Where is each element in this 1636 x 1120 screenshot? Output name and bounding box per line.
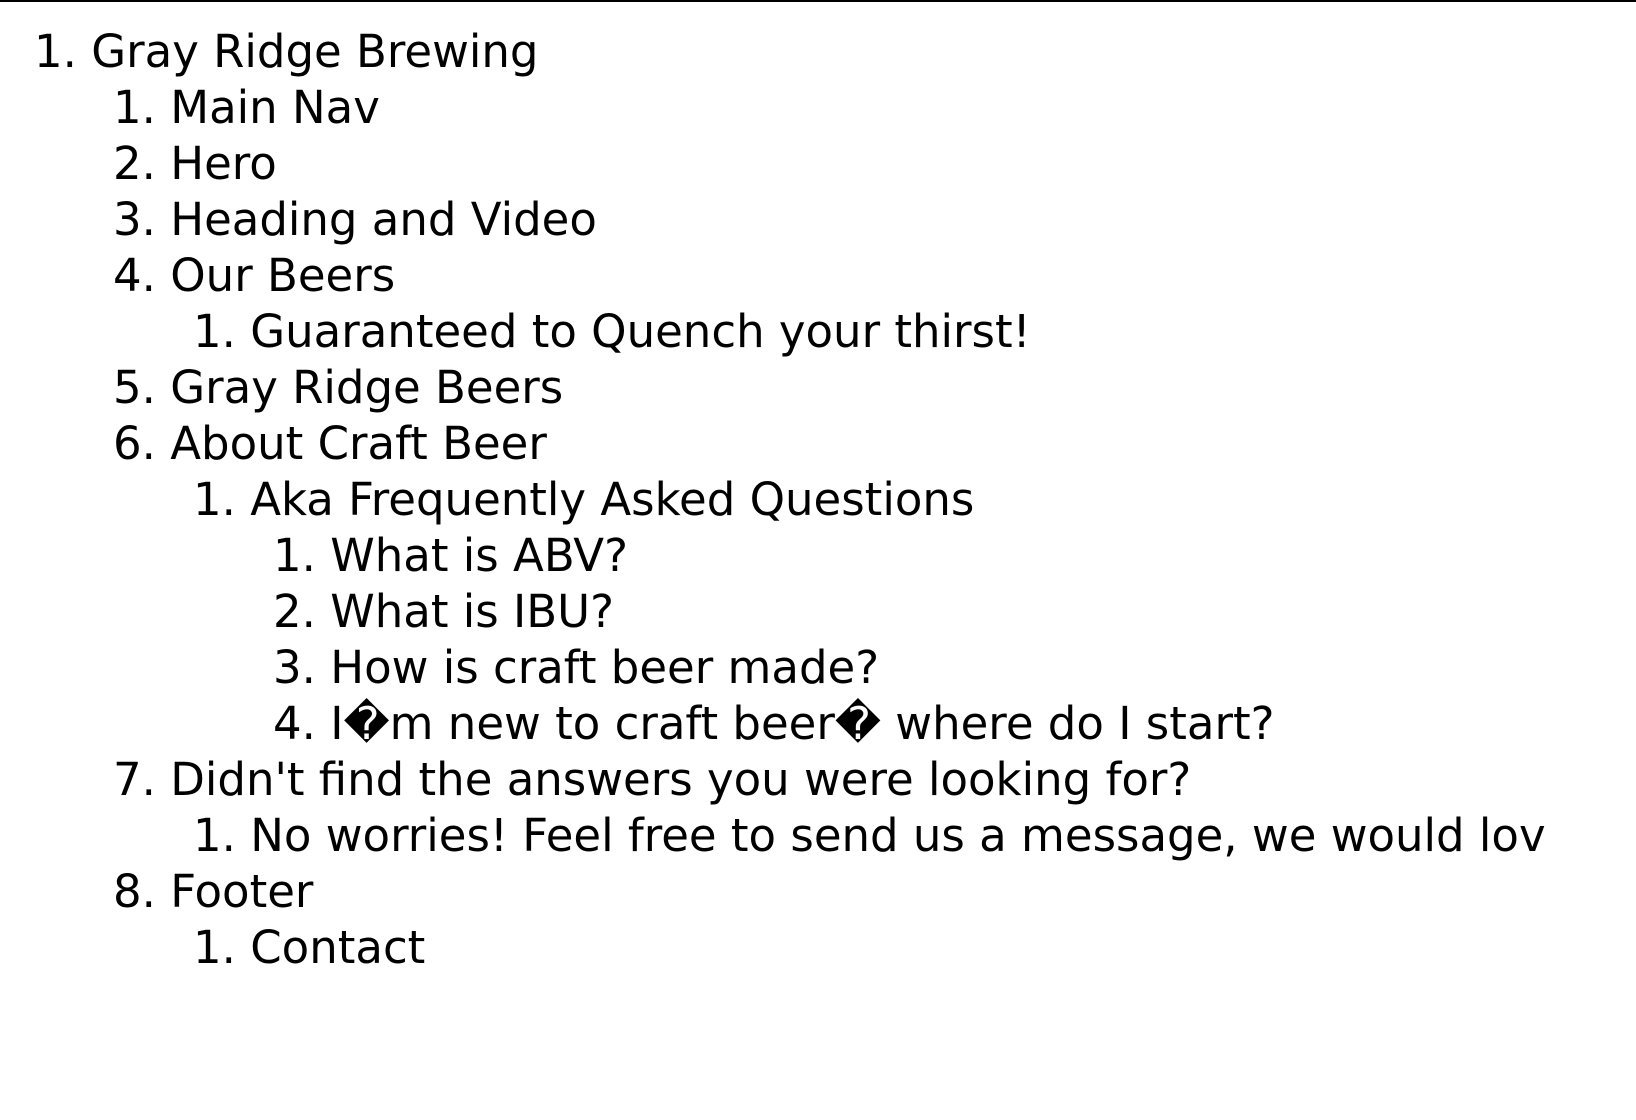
outline-item-new-to-craft-beer: 4. I�m new to craft beer� where do I sta… [0, 696, 1636, 752]
outline-item-contact: 1. Contact [0, 920, 1636, 976]
outline-number: 1. [113, 81, 156, 134]
outline-text: Heading and Video [170, 193, 597, 246]
outline-text: Gray Ridge Beers [170, 361, 564, 414]
outline-text: What is IBU? [330, 585, 615, 638]
outline-text: About Craft Beer [170, 417, 547, 470]
document-outline: 1. Gray Ridge Brewing 1. Main Nav 2. Her… [0, 24, 1636, 976]
outline-number: 3. [113, 193, 156, 246]
outline-item-about-craft-beer: 6. About Craft Beer [0, 416, 1636, 472]
outline-item-what-is-abv: 1. What is ABV? [0, 528, 1636, 584]
outline-number: 4. [273, 697, 316, 750]
outline-item-faq: 1. Aka Frequently Asked Questions [0, 472, 1636, 528]
outline-number: 2. [113, 137, 156, 190]
outline-text: I�m new to craft beer� where do I start? [330, 697, 1275, 750]
outline-text: Footer [170, 865, 314, 918]
outline-text: Didn't find the answers you were looking… [170, 753, 1192, 806]
outline-item-how-is-craft-beer-made: 3. How is craft beer made? [0, 640, 1636, 696]
outline-number: 8. [113, 865, 156, 918]
outline-text: Contact [250, 921, 426, 974]
outline-text: What is ABV? [330, 529, 628, 582]
outline-text: Hero [170, 137, 277, 190]
outline-number: 2. [273, 585, 316, 638]
outline-text: Main Nav [170, 81, 380, 134]
outline-number: 1. [34, 25, 77, 78]
outline-item-didnt-find-answers: 7. Didn't find the answers you were look… [0, 752, 1636, 808]
outline-text: No worries! Feel free to send us a messa… [250, 809, 1546, 862]
outline-text: Gray Ridge Brewing [91, 25, 539, 78]
outline-number: 6. [113, 417, 156, 470]
outline-text: Aka Frequently Asked Questions [250, 473, 975, 526]
outline-number: 1. [273, 529, 316, 582]
outline-item-main-nav: 1. Main Nav [0, 80, 1636, 136]
outline-text: Guaranteed to Quench your thirst! [250, 305, 1031, 358]
outline-item-guaranteed-to-quench: 1. Guaranteed to Quench your thirst! [0, 304, 1636, 360]
outline-item-gray-ridge-brewing: 1. Gray Ridge Brewing [0, 24, 1636, 80]
outline-item-gray-ridge-beers: 5. Gray Ridge Beers [0, 360, 1636, 416]
outline-item-hero: 2. Hero [0, 136, 1636, 192]
outline-number: 1. [193, 473, 236, 526]
top-border-line [0, 0, 1636, 2]
outline-number: 4. [113, 249, 156, 302]
outline-number: 5. [113, 361, 156, 414]
outline-number: 1. [193, 305, 236, 358]
outline-number: 1. [193, 809, 236, 862]
outline-item-no-worries: 1. No worries! Feel free to send us a me… [0, 808, 1636, 864]
outline-number: 7. [113, 753, 156, 806]
outline-text: How is craft beer made? [330, 641, 880, 694]
outline-number: 3. [273, 641, 316, 694]
outline-number: 1. [193, 921, 236, 974]
outline-item-heading-and-video: 3. Heading and Video [0, 192, 1636, 248]
outline-item-what-is-ibu: 2. What is IBU? [0, 584, 1636, 640]
outline-text: Our Beers [170, 249, 396, 302]
outline-item-footer: 8. Footer [0, 864, 1636, 920]
outline-item-our-beers: 4. Our Beers [0, 248, 1636, 304]
